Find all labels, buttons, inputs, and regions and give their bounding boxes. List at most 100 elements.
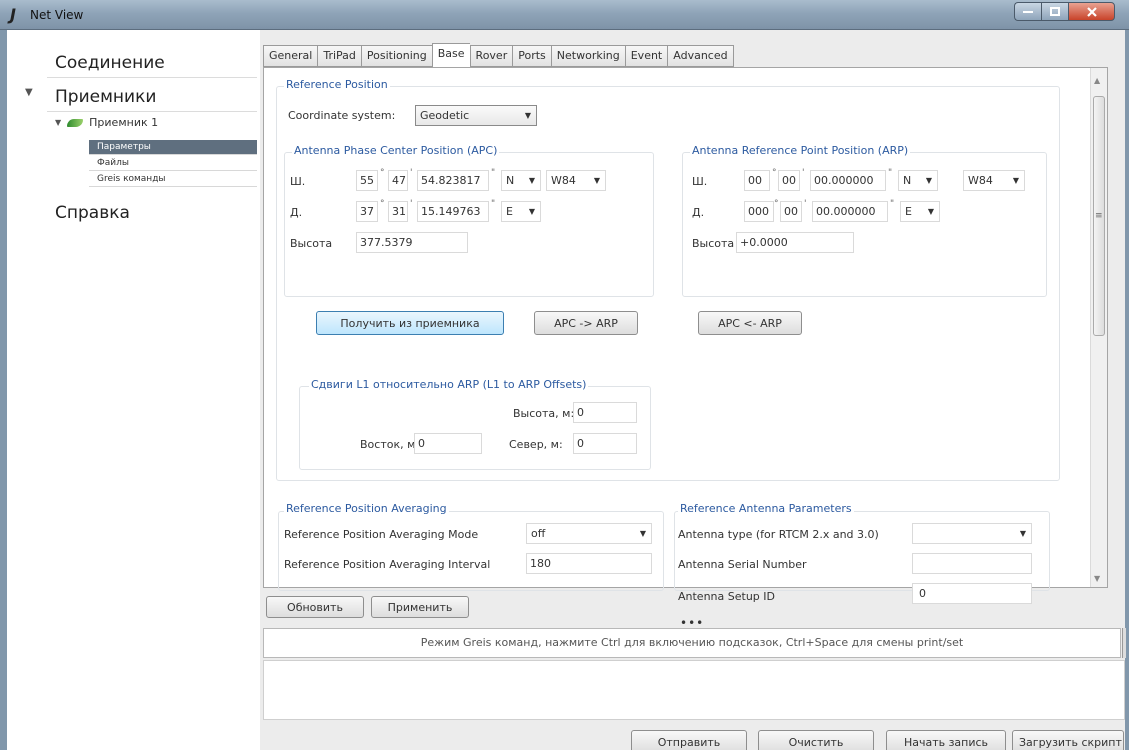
clear-button[interactable]: Очистить bbox=[758, 730, 874, 750]
scroll-down-icon[interactable]: ▼ bbox=[1094, 574, 1100, 583]
tab-advanced[interactable]: Advanced bbox=[667, 45, 734, 67]
arp-lat-hemisphere-select[interactable]: N ▼ bbox=[898, 170, 938, 191]
antenna-serial-input[interactable] bbox=[912, 553, 1032, 574]
apc-lon-hemisphere-value: E bbox=[506, 205, 513, 218]
dropdown-arrow-icon: ▼ bbox=[528, 176, 535, 185]
dropdown-arrow-icon: ▼ bbox=[925, 176, 932, 185]
maximize-button[interactable] bbox=[1041, 2, 1068, 21]
apc-datum-select[interactable]: W84 ▼ bbox=[546, 170, 606, 191]
arp-lat-sec-input[interactable]: 00.000000 bbox=[810, 170, 886, 191]
dropdown-arrow-icon: ▼ bbox=[1012, 176, 1019, 185]
tab-bar: General TriPad Positioning Base Rover Po… bbox=[263, 43, 734, 67]
degree-mark: ° bbox=[772, 168, 777, 178]
send-button[interactable]: Отправить bbox=[631, 730, 747, 750]
command-output-area[interactable] bbox=[263, 660, 1125, 720]
dropdown-arrow-icon: ▼ bbox=[524, 111, 531, 120]
coordinate-system-select[interactable]: Geodetic ▼ bbox=[415, 105, 537, 126]
start-recording-button[interactable]: Начать запись bbox=[886, 730, 1006, 750]
expand-arrow-icon[interactable]: ▼ bbox=[55, 118, 61, 127]
sidebar-item-help[interactable]: Справка bbox=[47, 198, 257, 228]
antenna-type-select[interactable]: ▼ bbox=[912, 523, 1032, 544]
offset-east-input[interactable]: 0 bbox=[414, 433, 482, 454]
tab-event[interactable]: Event bbox=[624, 45, 668, 67]
scroll-up-icon[interactable]: ▲ bbox=[1094, 76, 1100, 85]
degree-mark: ° bbox=[774, 199, 779, 209]
arp-datum-select[interactable]: W84 ▼ bbox=[963, 170, 1025, 191]
sidebar-item-connection[interactable]: Соединение bbox=[47, 48, 257, 78]
averaging-mode-select[interactable]: off ▼ bbox=[526, 523, 652, 544]
apply-button[interactable]: Применить bbox=[371, 596, 469, 618]
sidebar-item-receivers[interactable]: Приемники bbox=[47, 82, 257, 112]
tab-positioning[interactable]: Positioning bbox=[360, 45, 432, 67]
degree-mark: ° bbox=[380, 168, 385, 178]
apc-lat-min-input[interactable]: 47 bbox=[388, 170, 408, 191]
greis-command-input[interactable]: Режим Greis команд, нажмите Ctrl для вкл… bbox=[263, 628, 1121, 658]
dropdown-arrow-icon: ▼ bbox=[639, 529, 646, 538]
sidebar-item-parameters[interactable]: Параметры bbox=[89, 140, 257, 155]
chevron-down-icon[interactable]: ▼ bbox=[25, 87, 33, 98]
sidebar-item-greis-commands[interactable]: Greis команды bbox=[89, 172, 257, 187]
coordinate-system-label: Coordinate system: bbox=[288, 109, 396, 122]
sidebar-item-receiver-1[interactable]: ▼ Приемник 1 bbox=[55, 116, 158, 129]
close-button[interactable] bbox=[1068, 2, 1115, 21]
tab-general[interactable]: General bbox=[263, 45, 318, 67]
dropdown-arrow-icon: ▼ bbox=[927, 207, 934, 216]
averaging-mode-value: off bbox=[531, 527, 546, 540]
averaging-interval-input[interactable]: 180 bbox=[526, 553, 652, 574]
minute-mark: ' bbox=[802, 168, 805, 178]
tab-rover[interactable]: Rover bbox=[469, 45, 513, 67]
apc-height-label: Высота bbox=[290, 237, 333, 250]
arp-lat-label: Ш. bbox=[692, 175, 708, 188]
averaging-interval-label: Reference Position Averaging Interval bbox=[284, 558, 491, 571]
load-script-button[interactable]: Загрузить скрипт bbox=[1012, 730, 1124, 750]
antenna-type-label: Antenna type (for RTCM 2.x and 3.0) bbox=[678, 528, 879, 541]
arp-lat-hemisphere-value: N bbox=[903, 174, 912, 187]
apc-lon-min-input[interactable]: 31 bbox=[388, 201, 408, 222]
second-mark: " bbox=[888, 168, 893, 178]
averaging-mode-label: Reference Position Averaging Mode bbox=[284, 528, 479, 541]
apc-lon-deg-input[interactable]: 37 bbox=[356, 201, 378, 222]
refresh-button[interactable]: Обновить bbox=[266, 596, 364, 618]
offset-east-label: Восток, м: bbox=[360, 438, 420, 451]
command-input-side-button[interactable] bbox=[1122, 628, 1126, 658]
second-mark: " bbox=[491, 168, 496, 178]
antenna-setup-input[interactable]: 0 bbox=[912, 583, 1032, 604]
arp-lon-deg-input[interactable]: 000 bbox=[744, 201, 774, 222]
arp-lon-hemisphere-select[interactable]: E ▼ bbox=[900, 201, 940, 222]
averaging-title: Reference Position Averaging bbox=[284, 502, 449, 515]
apc-title: Antenna Phase Center Position (APC) bbox=[292, 144, 500, 157]
minute-mark: ' bbox=[804, 199, 807, 209]
vertical-scrollbar[interactable]: ▲ ≡ ▼ bbox=[1090, 68, 1107, 587]
tab-networking[interactable]: Networking bbox=[550, 45, 625, 67]
dropdown-arrow-icon: ▼ bbox=[1019, 529, 1026, 538]
apc-to-arp-button[interactable]: APC -> ARP bbox=[534, 311, 638, 335]
apc-lat-deg-input[interactable]: 55 bbox=[356, 170, 378, 191]
minimize-button[interactable] bbox=[1014, 2, 1041, 21]
arp-lon-min-input[interactable]: 00 bbox=[780, 201, 802, 222]
offset-height-input[interactable]: 0 bbox=[573, 402, 637, 423]
arp-to-apc-button[interactable]: APC <- ARP bbox=[698, 311, 802, 335]
apc-lat-sec-input[interactable]: 54.823817 bbox=[417, 170, 489, 191]
apc-lat-hemisphere-select[interactable]: N ▼ bbox=[501, 170, 541, 191]
offset-north-input[interactable]: 0 bbox=[573, 433, 637, 454]
arp-height-input[interactable]: +0.0000 bbox=[736, 232, 854, 253]
receiver-icon bbox=[67, 118, 84, 127]
coordinate-system-value: Geodetic bbox=[420, 109, 470, 122]
minimize-icon bbox=[1023, 10, 1033, 13]
apc-lon-sec-input[interactable]: 15.149763 bbox=[417, 201, 489, 222]
tab-tripad[interactable]: TriPad bbox=[317, 45, 361, 67]
sidebar-item-files[interactable]: Файлы bbox=[89, 156, 257, 171]
degree-mark: ° bbox=[380, 199, 385, 209]
tab-ports[interactable]: Ports bbox=[512, 45, 551, 67]
second-mark: " bbox=[491, 199, 496, 209]
get-from-receiver-button[interactable]: Получить из приемника bbox=[316, 311, 504, 335]
apc-height-input[interactable]: 377.5379 bbox=[356, 232, 468, 253]
apc-lon-label: Д. bbox=[290, 206, 303, 219]
tab-base[interactable]: Base bbox=[431, 43, 470, 67]
apc-lon-hemisphere-select[interactable]: E ▼ bbox=[501, 201, 541, 222]
arp-lon-sec-input[interactable]: 00.000000 bbox=[812, 201, 888, 222]
app-logo-icon: J bbox=[10, 5, 16, 24]
arp-lat-min-input[interactable]: 00 bbox=[778, 170, 800, 191]
arp-lat-deg-input[interactable]: 00 bbox=[744, 170, 770, 191]
scroll-grip-icon: ≡ bbox=[1095, 211, 1103, 221]
